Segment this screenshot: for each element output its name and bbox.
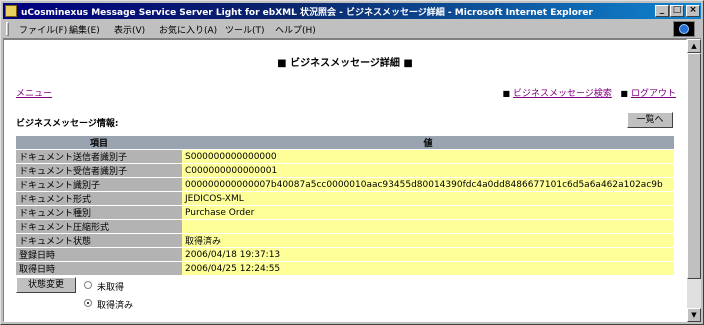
row-key: 登録日時: [16, 247, 182, 262]
scroll-thumb[interactable]: [687, 53, 701, 279]
row-key: ドキュメント種別: [16, 205, 182, 220]
table-row: ドキュメント送信者識別子 S000000000000000: [16, 149, 674, 164]
row-key: ドキュメント形式: [16, 191, 182, 206]
table-row: ドキュメント識別子 000000000000007b40087a5cc000001…: [16, 177, 674, 192]
section-title: ビジネスメッセージ情報:: [16, 119, 119, 129]
row-key: ドキュメント識別子: [16, 177, 182, 192]
row-value: Purchase Order: [182, 205, 674, 220]
toolbar-grip-icon[interactable]: [6, 22, 9, 36]
table-row: ドキュメント状態 取得済み: [16, 233, 674, 248]
menu-bar: ファイル(F) 編集(E) 表示(V) お気に入り(A) ツール(T) ヘルプ(…: [3, 20, 701, 39]
change-status-button[interactable]: 状態変更: [16, 277, 76, 293]
title-bar[interactable]: uCosminexus Message Service Server Light…: [3, 3, 701, 19]
top-links: ■ ビジネスメッセージ検索 ■ ログアウト: [502, 86, 676, 99]
menu-favorites[interactable]: お気に入り(A): [159, 23, 217, 36]
menu-edit[interactable]: 編集(E): [69, 23, 100, 36]
scroll-up-icon[interactable]: ▲: [687, 39, 701, 53]
scroll-down-icon[interactable]: ▼: [687, 308, 701, 322]
row-value: 000000000000007b40087a5cc0000010aac93455…: [182, 177, 674, 192]
maximize-button[interactable]: □: [670, 5, 684, 17]
message-detail-table: 項目 値 ドキュメント送信者識別子 S000000000000000 ドキュメント…: [16, 135, 674, 275]
business-message-search-link[interactable]: ビジネスメッセージ検索: [513, 89, 612, 99]
table-row: 登録日時 2006/04/18 19:37:13: [16, 247, 674, 262]
search-bullet-icon: ■: [502, 89, 510, 98]
row-key: ドキュメント状態: [16, 233, 182, 248]
app-icon: [5, 5, 17, 17]
logout-link[interactable]: ログアウト: [631, 89, 676, 99]
ie-logo-icon: [673, 21, 695, 37]
row-value: S000000000000000: [182, 149, 674, 164]
table-row: 取得日時 2006/04/25 12:24:55: [16, 261, 674, 275]
browser-window: uCosminexus Message Service Server Light…: [0, 0, 704, 325]
table-row: ドキュメント受信者識別子 C000000000000001: [16, 163, 674, 178]
row-value: 2006/04/18 19:37:13: [182, 247, 674, 262]
table-row: ドキュメント圧縮形式: [16, 219, 674, 234]
page-content: ■ ビジネスメッセージ詳細 ■ メニュー ■ ビジネスメッセージ検索 ■ ログアウト…: [3, 39, 687, 322]
status-label-unacquired: 未取得: [97, 283, 125, 293]
row-value: JEDICOS-XML: [182, 191, 674, 206]
row-value: 2006/04/25 12:24:55: [182, 261, 674, 275]
logout-bullet-icon: ■: [620, 89, 628, 98]
table-row: ドキュメント種別 Purchase Order: [16, 205, 674, 220]
status-radio-acquired[interactable]: [84, 299, 92, 307]
row-key: 取得日時: [16, 261, 182, 275]
table-row: ドキュメント形式 JEDICOS-XML: [16, 191, 674, 206]
header-value: 値: [182, 135, 674, 150]
row-key: ドキュメント受信者識別子: [16, 163, 182, 178]
back-to-list-button[interactable]: 一覧へ: [627, 112, 673, 128]
status-radio-unacquired[interactable]: [84, 281, 92, 289]
vertical-scrollbar[interactable]: ▲ ▼: [687, 39, 701, 322]
menu-file[interactable]: ファイル(F): [19, 23, 67, 36]
header-item: 項目: [16, 135, 182, 150]
menu-view[interactable]: 表示(V): [114, 23, 145, 36]
row-value: [182, 219, 674, 234]
row-key: ドキュメント圧縮形式: [16, 219, 182, 234]
menu-link[interactable]: メニュー: [16, 86, 52, 99]
row-key: ドキュメント送信者識別子: [16, 149, 182, 164]
row-value: C000000000000001: [182, 163, 674, 178]
status-label-acquired: 取得済み: [97, 301, 134, 311]
page-title: ■ ビジネスメッセージ詳細 ■: [277, 58, 413, 69]
close-button[interactable]: ×: [686, 5, 700, 17]
menu-help[interactable]: ヘルプ(H): [275, 23, 316, 36]
menu-tools[interactable]: ツール(T): [225, 23, 265, 36]
minimize-button[interactable]: _: [655, 5, 669, 17]
window-title: uCosminexus Message Service Server Light…: [21, 8, 593, 18]
row-value: 取得済み: [182, 233, 674, 248]
